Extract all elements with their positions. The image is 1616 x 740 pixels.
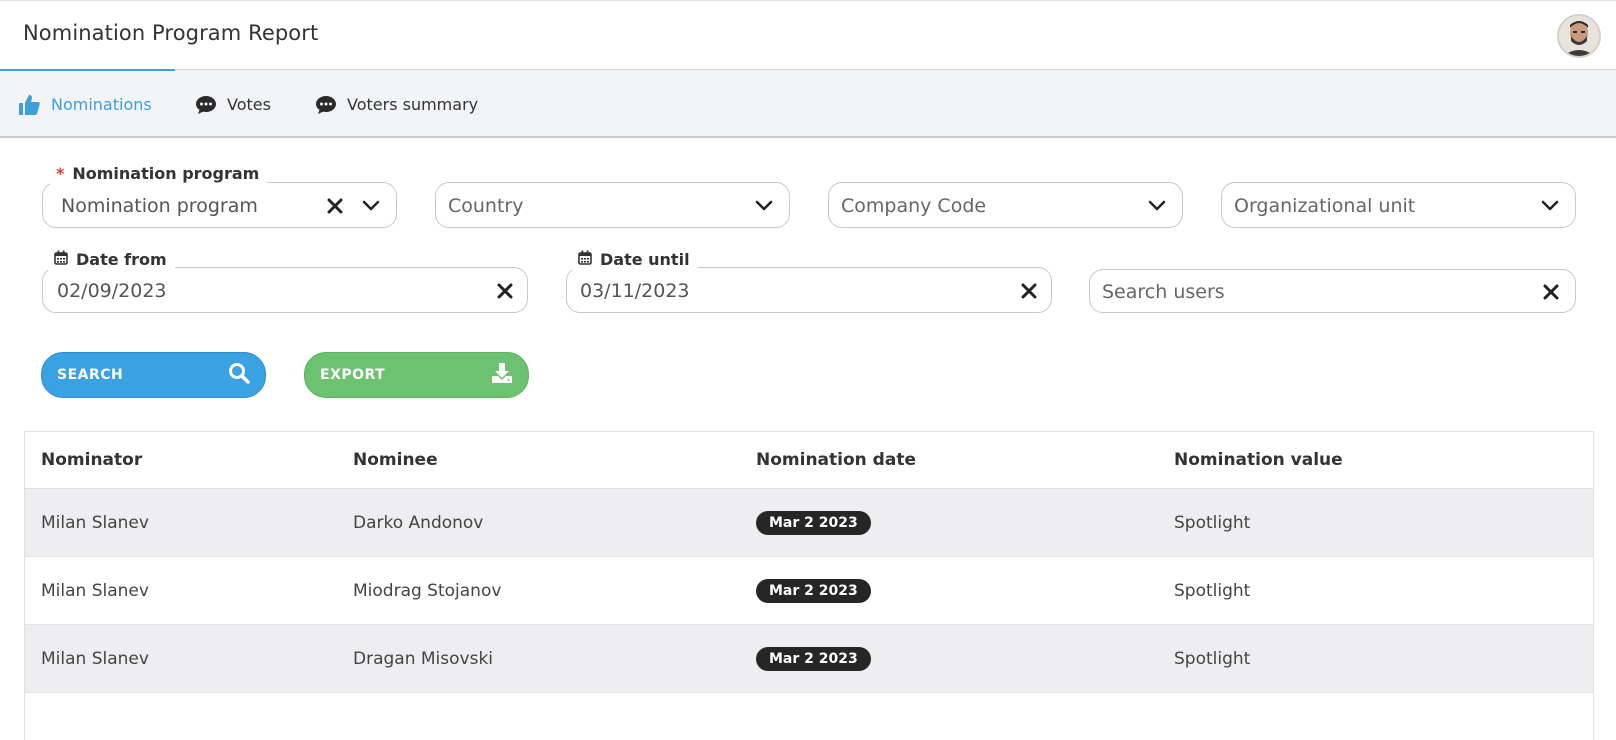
company-code-select[interactable]: Company Code xyxy=(828,182,1183,228)
country-placeholder: Country xyxy=(448,195,524,217)
thumbs-up-icon xyxy=(17,93,41,117)
table-header: Nominator Nominee Nomination date Nomina… xyxy=(25,432,1593,489)
nominee-cell: Dragan Misovski xyxy=(353,649,494,669)
tab-label: Votes xyxy=(227,95,271,114)
value-cell: Spotlight xyxy=(1174,649,1251,669)
date-until-legend: Date until xyxy=(572,248,698,270)
tab-votes[interactable]: Votes xyxy=(195,71,271,138)
page-title: Nomination Program Report xyxy=(23,21,319,45)
column-header-nominator[interactable]: Nominator xyxy=(41,432,142,489)
organizational-unit-select[interactable]: Organizational unit xyxy=(1221,182,1576,228)
top-bar: Nomination Program Report xyxy=(0,0,1616,72)
date-badge: Mar 2 2023 xyxy=(756,511,871,535)
nominee-cell: Miodrag Stojanov xyxy=(353,581,502,601)
chevron-down-icon[interactable] xyxy=(1147,196,1167,216)
column-header-nomination-value[interactable]: Nomination value xyxy=(1174,432,1343,489)
clear-icon[interactable] xyxy=(325,196,345,216)
clear-icon[interactable] xyxy=(1019,281,1039,301)
nominator-cell: Milan Slanev xyxy=(41,581,149,601)
date-until-value: 03/11/2023 xyxy=(580,280,690,302)
table-row[interactable]: Milan Slanev Miodrag Stojanov Mar 2 2023… xyxy=(25,557,1593,625)
nomination-program-legend: * Nomination program xyxy=(50,162,268,184)
date-until-field[interactable]: 03/11/2023 xyxy=(566,267,1052,313)
nominee-cell: Darko Andonov xyxy=(353,513,484,533)
date-from-label: Date from xyxy=(76,249,167,269)
tab-nominations[interactable]: Nominations xyxy=(17,71,152,138)
calendar-icon xyxy=(54,250,68,269)
clear-icon[interactable] xyxy=(495,281,515,301)
tab-label: Voters summary xyxy=(347,95,479,114)
table-row[interactable]: Milan Slanev Dragan Misovski Mar 2 2023 … xyxy=(25,625,1593,693)
comment-icon xyxy=(315,95,337,115)
table-row[interactable]: Milan Slanev Darko Andonov Mar 2 2023 Sp… xyxy=(25,489,1593,557)
value-cell: Spotlight xyxy=(1174,513,1251,533)
user-avatar[interactable] xyxy=(1557,14,1601,58)
company-code-placeholder: Company Code xyxy=(841,195,987,217)
search-icon xyxy=(228,362,250,388)
calendar-icon xyxy=(578,250,592,269)
comment-icon xyxy=(195,95,217,115)
column-header-nominee[interactable]: Nominee xyxy=(353,432,438,489)
date-from-field[interactable]: 02/09/2023 xyxy=(42,267,528,313)
clear-icon[interactable] xyxy=(1541,282,1561,302)
chevron-down-icon[interactable] xyxy=(1540,196,1560,216)
search-users-input[interactable]: Search users xyxy=(1089,269,1576,313)
tab-voters-summary[interactable]: Voters summary xyxy=(315,71,478,138)
tab-label: Nominations xyxy=(51,95,152,114)
date-badge: Mar 2 2023 xyxy=(756,647,871,671)
chevron-down-icon[interactable] xyxy=(754,196,774,216)
search-users-placeholder: Search users xyxy=(1102,281,1225,303)
search-button-label: SEARCH xyxy=(57,367,124,383)
organizational-unit-placeholder: Organizational unit xyxy=(1234,195,1416,217)
date-until-label: Date until xyxy=(600,249,690,269)
country-select[interactable]: Country xyxy=(435,182,790,228)
date-badge: Mar 2 2023 xyxy=(756,579,871,603)
nominator-cell: Milan Slanev xyxy=(41,649,149,669)
results-table: Nominator Nominee Nomination date Nomina… xyxy=(24,431,1594,740)
download-icon xyxy=(491,362,513,388)
tab-bar: Nominations Votes Voters summary xyxy=(0,71,1616,138)
column-header-nomination-date[interactable]: Nomination date xyxy=(756,432,916,489)
nomination-program-label: Nomination program xyxy=(72,163,260,183)
value-cell: Spotlight xyxy=(1174,581,1251,601)
export-button-label: EXPORT xyxy=(320,367,386,383)
export-button[interactable]: EXPORT xyxy=(304,352,529,398)
date-from-legend: Date from xyxy=(48,248,175,270)
date-from-value: 02/09/2023 xyxy=(57,280,167,302)
nominator-cell: Milan Slanev xyxy=(41,513,149,533)
required-mark: * xyxy=(56,163,65,183)
nomination-program-value: Nomination program xyxy=(61,195,258,217)
chevron-down-icon[interactable] xyxy=(361,196,381,216)
search-button[interactable]: SEARCH xyxy=(41,352,266,398)
nomination-program-select[interactable]: Nomination program xyxy=(42,182,397,228)
